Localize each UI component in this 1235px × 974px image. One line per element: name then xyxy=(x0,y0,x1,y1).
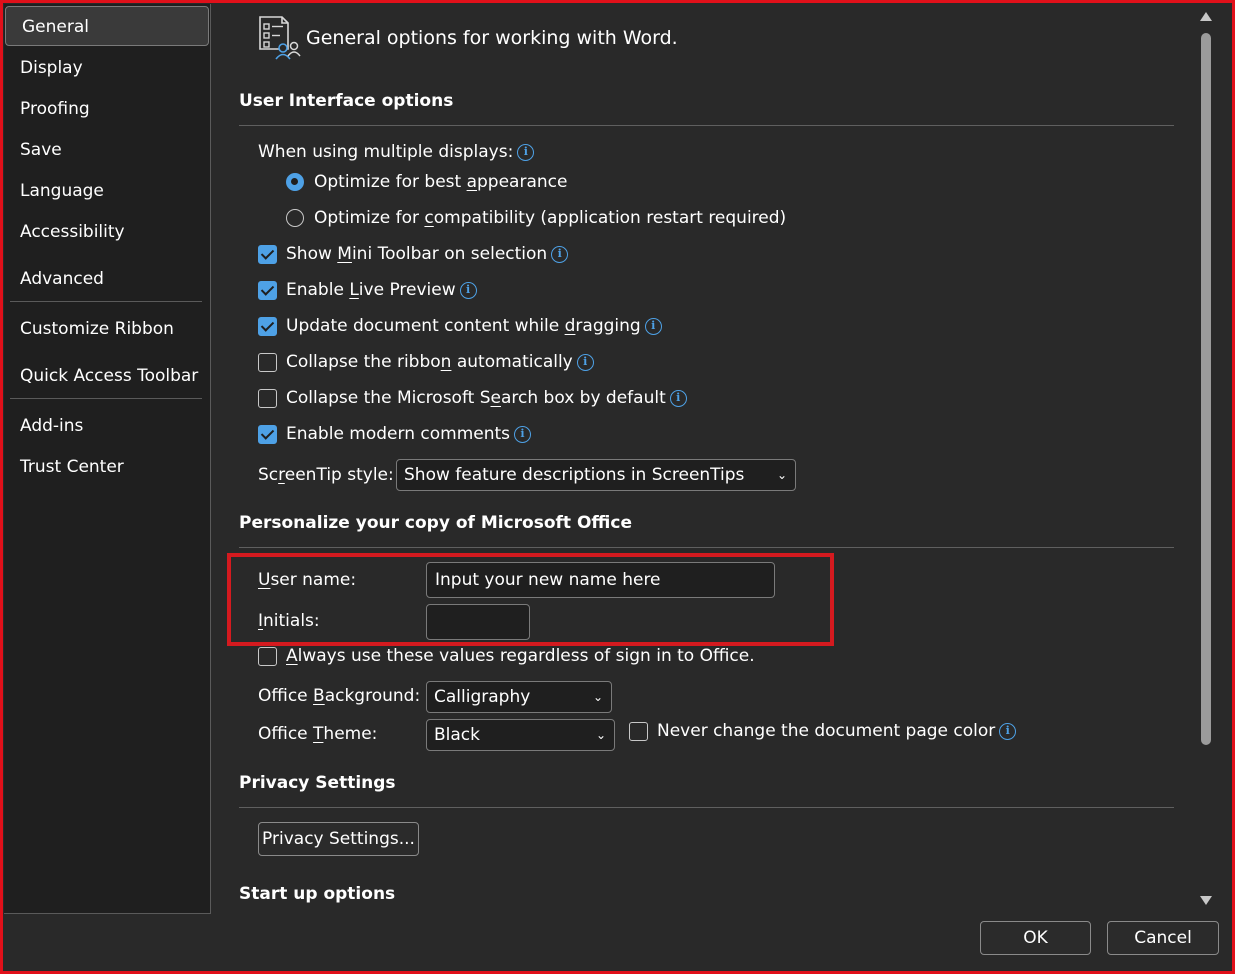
checkbox-collapse-search-label[interactable]: Collapse the Microsoft Search box by def… xyxy=(286,388,687,408)
radio-compatibility[interactable] xyxy=(286,209,304,227)
info-icon[interactable]: i xyxy=(999,723,1017,740)
panel-header-text: General options for working with Word. xyxy=(306,27,678,49)
checkbox-live-preview-label[interactable]: Enable Live Preview i xyxy=(286,280,477,300)
section-title-startup: Start up options xyxy=(239,884,396,904)
screentip-style-label: ScreenTip style: xyxy=(258,465,394,485)
chevron-down-icon: ⌄ xyxy=(776,468,787,482)
screentip-style-select[interactable]: Show feature descriptions in ScreenTips ⌄ xyxy=(396,459,796,491)
scrollbar-thumb[interactable] xyxy=(1201,33,1211,745)
info-icon[interactable]: i xyxy=(551,246,569,263)
checkbox-never-change-page-color-label[interactable]: Never change the document page color i xyxy=(657,721,1017,741)
checkbox-collapse-ribbon[interactable] xyxy=(258,353,277,372)
info-icon[interactable]: i xyxy=(517,144,535,161)
chevron-down-icon: ⌄ xyxy=(592,690,603,704)
info-icon[interactable]: i xyxy=(514,426,532,443)
section-divider xyxy=(239,125,1174,126)
radio-compatibility-label[interactable]: Optimize for compatibility (application … xyxy=(314,208,786,228)
scroll-down-arrow-icon[interactable] xyxy=(1200,896,1212,905)
info-icon[interactable]: i xyxy=(576,354,594,371)
checkbox-always-use-values-label[interactable]: Always use these values regardless of si… xyxy=(286,646,755,666)
office-theme-label: Office Theme: xyxy=(258,724,378,744)
radio-best-appearance[interactable] xyxy=(286,173,304,191)
highlight-box xyxy=(227,553,834,646)
general-options-icon xyxy=(259,16,301,60)
checkbox-mini-toolbar[interactable] xyxy=(258,245,277,264)
checkbox-modern-comments[interactable] xyxy=(258,425,277,444)
section-title-privacy: Privacy Settings xyxy=(239,773,396,793)
info-icon[interactable]: i xyxy=(459,282,477,299)
section-title-ui-options: User Interface options xyxy=(239,91,454,111)
office-background-label: Office Background: xyxy=(258,686,421,706)
options-dialog: General Display Proofing Save Language A… xyxy=(3,3,1232,971)
chevron-down-icon: ⌄ xyxy=(595,728,606,742)
checkbox-modern-comments-label[interactable]: Enable modern comments i xyxy=(286,424,532,444)
checkbox-collapse-ribbon-label[interactable]: Collapse the ribbon automatically i xyxy=(286,352,594,372)
info-icon[interactable]: i xyxy=(644,318,662,335)
checkbox-update-while-dragging[interactable] xyxy=(258,317,277,336)
radio-best-appearance-label[interactable]: Optimize for best appearance xyxy=(314,172,567,192)
section-divider xyxy=(239,807,1174,808)
ok-button[interactable]: OK xyxy=(980,921,1091,955)
cancel-button[interactable]: Cancel xyxy=(1107,921,1219,955)
checkbox-mini-toolbar-label[interactable]: Show Mini Toolbar on selection i xyxy=(286,244,569,264)
office-theme-select[interactable]: Black ⌄ xyxy=(426,719,615,751)
scroll-up-arrow-icon[interactable] xyxy=(1200,12,1212,21)
section-title-personalize: Personalize your copy of Microsoft Offic… xyxy=(239,513,632,533)
checkbox-live-preview[interactable] xyxy=(258,281,277,300)
checkbox-always-use-values[interactable] xyxy=(258,647,277,666)
general-options-panel: General options for working with Word. U… xyxy=(3,3,1232,971)
checkbox-update-while-dragging-label[interactable]: Update document content while dragging i xyxy=(286,316,662,336)
multiple-displays-label: When using multiple displays: i xyxy=(258,142,535,162)
checkbox-never-change-page-color[interactable] xyxy=(629,722,648,741)
info-icon[interactable]: i xyxy=(669,390,687,407)
office-background-select[interactable]: Calligraphy ⌄ xyxy=(426,681,612,713)
section-divider xyxy=(239,547,1174,548)
checkbox-collapse-search[interactable] xyxy=(258,389,277,408)
privacy-settings-button[interactable]: Privacy Settings... xyxy=(258,822,419,856)
